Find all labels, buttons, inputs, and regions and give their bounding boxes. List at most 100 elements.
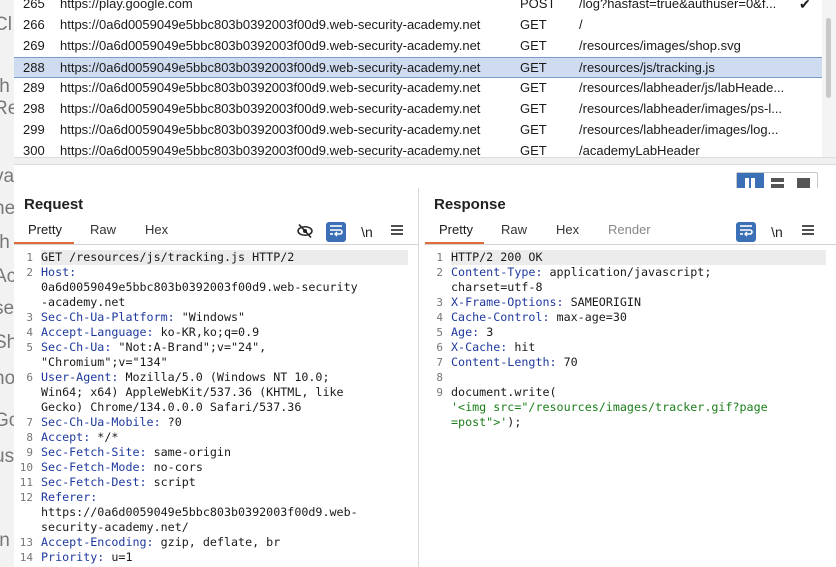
row-host: https://0a6d0059049e5bbc803b0392003f00d9… [60,17,481,32]
menu-icon[interactable] [387,222,407,242]
header-name: Sec-Fetch-Site: [41,445,147,459]
row-url: /resources/images/shop.svg [579,38,741,53]
row-method: GET [520,143,547,157]
edge-glyph: se [0,298,14,319]
history-scrollbar[interactable] [822,0,836,157]
request-panel: Request Pretty Raw Hex \n 1 2 3 4 5 6 7 8 9 10 11 1… [14,188,419,567]
code-line: Content-Length: 70 [451,355,578,370]
row-url: /academyLabHeader [579,143,700,157]
code-line: HTTP/2 200 OK [451,250,826,265]
header-value: gzip, deflate, br [153,535,281,549]
header-value: 3 [479,325,494,339]
tab-pretty[interactable]: Pretty [439,222,473,237]
line-number: 7 [26,416,33,429]
newline-icon[interactable]: \n [767,222,787,242]
tab-hex[interactable]: Hex [556,222,579,237]
http-history-table[interactable]: 265 https://play.google.com POST/log?hasfa… [14,0,836,157]
line-text: HTTP/2 200 OK [451,250,543,264]
header-value: 70 [556,355,578,369]
wrap-icon[interactable] [326,222,346,242]
header-value: "Windows" [174,310,246,324]
row-url: /resources/js/tracking.js [579,60,715,75]
line-number: 1 [436,251,443,264]
header-name: Content-Length: [451,355,557,369]
header-name: Host: [41,265,77,279]
code-line: Sec-Fetch-Site: same-origin [41,445,231,460]
edge-glyph: In [0,530,10,551]
background-window-edge: Cl th Re va ne th Ac se Sh no Go us In [0,0,14,567]
line-number: 3 [436,296,443,309]
tab-raw[interactable]: Raw [90,222,116,237]
edge-glyph: ne [0,198,14,219]
row-url: /resources/labheader/images/ps-l... [579,101,783,116]
header-name: Cache-Control: [451,310,550,324]
history-row[interactable]: 269 https://0a6d0059049e5bbc803b0392003f0… [14,36,822,57]
line-number-gutter: 1 2 3 4 5 6 7 8 9 [424,248,446,567]
history-row[interactable]: 298 https://0a6d0059049e5bbc803b0392003f0… [14,99,822,120]
code-line: Host: [41,265,76,280]
history-row[interactable]: 299 https://0a6d0059049e5bbc803b0392003f0… [14,120,822,141]
line-text: '<img src="/resources/images/tracker.gif… [451,400,768,414]
line-number: 7 [436,356,443,369]
code-line: "Chromium";v="134" [41,355,168,370]
row-host: https://0a6d0059049e5bbc803b0392003f00d9… [60,122,481,137]
header-name: Accept-Language: [41,325,154,339]
code-line: -academy.net [41,295,125,310]
header-name: User-Agent: [41,370,119,384]
row-host: https://0a6d0059049e5bbc803b0392003f00d9… [60,80,481,95]
line-number: 12 [19,491,33,504]
line-number: 2 [26,266,33,279]
code-line: GET /resources/js/tracking.js HTTP/2 [41,250,408,265]
line-number: 10 [19,461,33,474]
row-number: 300 [23,143,45,157]
header-value: u=1 [104,550,133,564]
code-line: Sec-Ch-Ua-Mobile: ?0 [41,415,182,430]
tab-hex[interactable]: Hex [145,222,168,237]
tab-raw[interactable]: Raw [501,222,527,237]
split-divider[interactable] [14,157,836,165]
header-name: Accept-Encoding: [41,535,154,549]
line-text: 0a6d0059049e5bbc803b0392003f00d9.web-sec… [41,280,358,294]
code-line: Accept-Language: ko-KR,ko;q=0.9 [41,325,259,340]
code-line: Gecko) Chrome/134.0.0.0 Safari/537.36 [41,400,301,415]
response-panel: Response Pretty Raw Hex Render \n 1 2 3 4 5 6… [424,188,836,567]
row-method: POST [520,0,556,11]
row-method: GET [520,80,547,95]
code-line: Sec-Ch-Ua-Platform: "Windows" [41,310,245,325]
edge-glyph: va [0,166,14,187]
header-name: Referer: [41,490,98,504]
tab-pretty[interactable]: Pretty [28,222,62,237]
tab-render[interactable]: Render [608,222,651,237]
history-row[interactable]: 300 https://0a6d0059049e5bbc803b0392003f0… [14,141,822,157]
row-number: 298 [23,101,45,116]
response-editor[interactable]: 1 2 3 4 5 6 7 8 9 HTTP/2 200 OK Content-Type: app… [424,248,836,567]
line-number: 4 [436,311,443,324]
code-line: Age: 3 [451,325,493,340]
history-row[interactable]: 265 https://play.google.com POST/log?hasfa… [14,0,822,15]
history-row[interactable]: 288 https://0a6d0059049e5bbc803b0392003f0… [14,57,822,78]
line-number: 6 [436,341,443,354]
history-row[interactable]: 266 https://0a6d0059049e5bbc803b0392003f0… [14,15,822,36]
header-name: X-Frame-Options: [451,295,564,309]
menu-icon[interactable] [798,222,818,242]
header-value: same-origin [146,445,232,459]
row-host: https://0a6d0059049e5bbc803b0392003f00d9… [60,143,481,157]
line-text: Gecko) Chrome/134.0.0.0 Safari/537.36 [41,400,302,414]
newline-icon[interactable]: \n [357,222,377,242]
row-host: https://0a6d0059049e5bbc803b0392003f00d9… [60,38,481,53]
scrollbar-thumb[interactable] [826,18,831,98]
request-editor[interactable]: 1 2 3 4 5 6 7 8 9 10 11 12 13 14 GET /resources/js/tr… [14,248,418,567]
header-value: ko-KR,ko;q=0.9 [153,325,260,339]
header-name: Accept: [41,430,91,444]
line-number: 9 [26,446,33,459]
edge-glyph: Cl [0,14,12,35]
history-row[interactable]: 289 https://0a6d0059049e5bbc803b0392003f0… [14,78,822,99]
row-url: /resources/labheader/images/log... [579,122,779,137]
header-value: SAMEORIGIN [563,295,641,309]
edge-glyph: Go [0,410,14,431]
wrap-icon[interactable] [736,222,756,242]
edge-glyph: us [0,446,14,467]
row-host: https://0a6d0059049e5bbc803b0392003f00d9… [60,60,481,75]
eye-off-icon[interactable] [295,222,315,242]
header-name: Sec-Ch-Ua-Mobile: [41,415,161,429]
